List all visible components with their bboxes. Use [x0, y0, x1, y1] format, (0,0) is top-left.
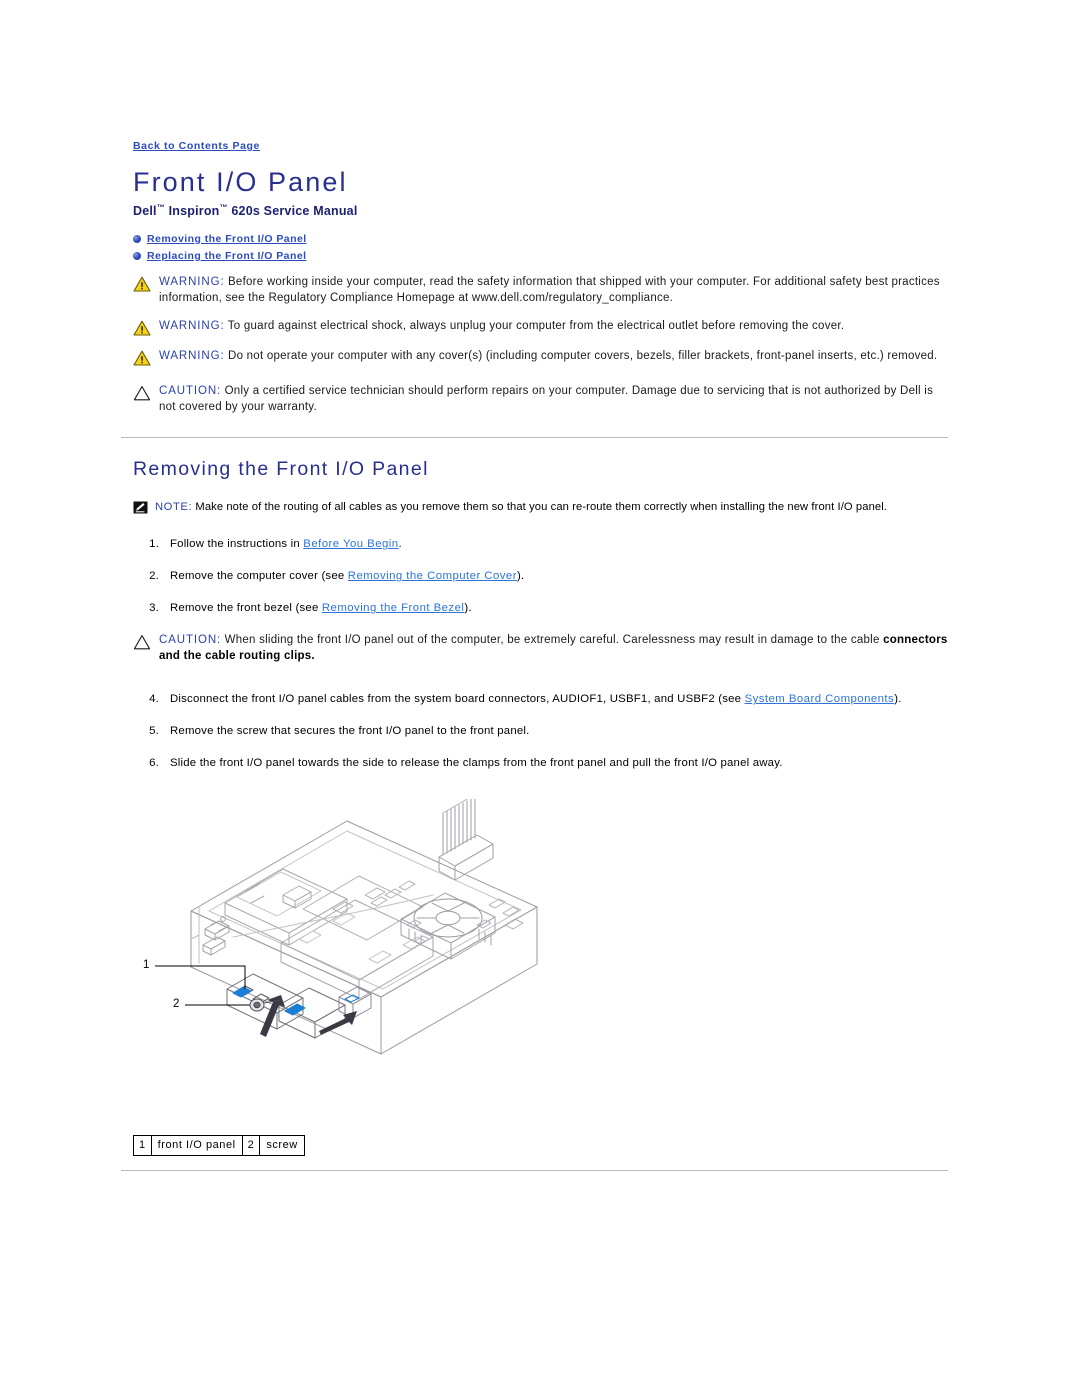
list-item: 6. Slide the front I/O panel towards the…: [133, 756, 948, 771]
warning-message: Before working inside your computer, rea…: [159, 276, 940, 304]
trademark-symbol-1: ™: [156, 203, 165, 213]
subtitle-inspiron: Inspiron: [164, 204, 220, 219]
step-text: Disconnect the front I/O panel cables fr…: [170, 692, 948, 707]
legend-label-1: front I/O panel: [150, 1135, 243, 1157]
warning-triangle-icon: [133, 320, 151, 336]
warning-keyword: WARNING:: [159, 320, 225, 333]
back-to-contents-link[interactable]: Back to Contents Page: [133, 140, 260, 152]
step-text: Follow the instructions in Before You Be…: [170, 537, 948, 552]
xref-removing-the-front-bezel[interactable]: Removing the Front Bezel: [322, 602, 465, 614]
step-number: 6.: [149, 757, 159, 770]
caution-message: When sliding the front I/O panel out of …: [221, 634, 884, 647]
warning-text-1: WARNING: Before working inside your comp…: [159, 275, 948, 306]
chassis-exploded-diagram: [155, 799, 538, 1055]
subtitle-dell: Dell: [133, 204, 157, 219]
step-text-post: ).: [464, 602, 472, 615]
step-number: 1.: [149, 538, 159, 551]
note-text: NOTE: Make note of the routing of all ca…: [155, 500, 887, 515]
caution-block-top: CAUTION: Only a certified service techni…: [133, 384, 948, 415]
caution-block-mid: CAUTION: When sliding the front I/O pane…: [133, 633, 948, 664]
note-block: NOTE: Make note of the routing of all ca…: [133, 500, 948, 515]
step-text: Remove the screw that secures the front …: [170, 725, 530, 738]
xref-system-board-components[interactable]: System Board Components: [745, 693, 895, 705]
caution-keyword: CAUTION:: [159, 385, 222, 398]
step-number: 5.: [149, 725, 159, 738]
caution-text-top: CAUTION: Only a certified service techni…: [159, 384, 948, 415]
warning-text-3: WARNING: Do not operate your computer wi…: [159, 349, 948, 365]
step-number: 3.: [149, 602, 159, 615]
table-row: 1 front I/O panel 2 screw: [133, 1135, 305, 1157]
legend-label-2: screw: [259, 1135, 305, 1157]
trademark-symbol-2: ™: [219, 203, 228, 213]
legend-number-1: 1: [133, 1135, 152, 1157]
warning-triangle-icon: [133, 350, 151, 366]
list-item: 1. Follow the instructions in Before You…: [133, 537, 948, 552]
anchor-link-removing[interactable]: Removing the Front I/O Panel: [147, 233, 307, 245]
subtitle-model: 620s Service Manual: [227, 204, 358, 219]
callout-number-2: 2: [173, 998, 180, 1011]
divider-top: [121, 437, 948, 439]
page-subtitle: Dell™ Inspiron™ 620s Service Manual: [133, 203, 948, 218]
figure-front-io-panel-removal: 1 2: [133, 799, 948, 1129]
legend-number-2: 2: [241, 1135, 261, 1157]
warning-block-2: WARNING: To guard against electrical sho…: [133, 319, 948, 336]
note-message: Make note of the routing of all cables a…: [192, 501, 888, 514]
step-text-pre: Disconnect the front I/O panel cables fr…: [170, 693, 745, 706]
step-number: 2.: [149, 570, 159, 583]
caution-keyword: CAUTION:: [159, 634, 222, 647]
warning-message: To guard against electrical shock, alway…: [224, 320, 845, 333]
step-text-pre: Follow the instructions in: [170, 538, 304, 551]
steps-list-part1: 1. Follow the instructions in Before You…: [133, 537, 948, 616]
figure-legend-table: 1 front I/O panel 2 screw: [133, 1135, 305, 1157]
caution-text-mid: CAUTION: When sliding the front I/O pane…: [159, 633, 948, 664]
callout-number-1: 1: [143, 959, 150, 972]
bullet-sphere-icon: [133, 251, 141, 260]
anchor-list: Removing the Front I/O Panel Replacing t…: [133, 232, 948, 262]
list-item[interactable]: Removing the Front I/O Panel: [133, 232, 948, 245]
document-page: Back to Contents Page Front I/O Panel De…: [0, 0, 1080, 1397]
list-item: 2. Remove the computer cover (see Removi…: [133, 569, 948, 584]
document-content: Back to Contents Page Front I/O Panel De…: [121, 136, 948, 1172]
divider-bottom: [121, 1170, 948, 1172]
warning-keyword: WARNING:: [159, 276, 225, 289]
step-text-pre: Remove the computer cover (see: [170, 570, 348, 583]
step-text-pre: Remove the front bezel (see: [170, 602, 322, 615]
warning-text-2: WARNING: To guard against electrical sho…: [159, 319, 948, 335]
list-item: 3. Remove the front bezel (see Removing …: [133, 601, 948, 616]
warning-keyword: WARNING:: [159, 350, 225, 363]
step-text-post: .: [398, 538, 402, 551]
step-text: Remove the front bezel (see Removing the…: [170, 601, 948, 616]
xref-before-you-begin[interactable]: Before You Begin: [303, 538, 398, 550]
caution-triangle-icon: [133, 385, 151, 401]
warning-message: Do not operate your computer with any co…: [224, 350, 938, 363]
list-item: 4. Disconnect the front I/O panel cables…: [133, 692, 948, 707]
list-item[interactable]: Replacing the Front I/O Panel: [133, 249, 948, 262]
warning-block-1: WARNING: Before working inside your comp…: [133, 275, 948, 306]
step-text-post: ).: [894, 693, 902, 706]
warning-triangle-icon: [133, 276, 151, 292]
bullet-sphere-icon: [133, 234, 141, 243]
list-item: 5. Remove the screw that secures the fro…: [133, 724, 948, 739]
caution-triangle-icon: [133, 634, 151, 650]
step-text: Remove the computer cover (see Removing …: [170, 569, 948, 584]
note-pencil-icon: [133, 501, 148, 514]
anchor-link-replacing[interactable]: Replacing the Front I/O Panel: [147, 250, 307, 262]
xref-removing-the-computer-cover[interactable]: Removing the Computer Cover: [348, 570, 517, 582]
steps-list-part2: 4. Disconnect the front I/O panel cables…: [133, 692, 948, 771]
caution-message: Only a certified service technician shou…: [159, 385, 934, 413]
step-number: 4.: [149, 693, 159, 706]
page-title: Front I/O Panel: [133, 167, 348, 197]
step-text-post: ).: [516, 570, 525, 583]
warning-block-3: WARNING: Do not operate your computer wi…: [133, 349, 948, 366]
note-keyword: NOTE:: [155, 501, 193, 514]
section-heading: Removing the Front I/O Panel: [133, 458, 429, 481]
step-text: Slide the front I/O panel towards the si…: [170, 757, 783, 770]
